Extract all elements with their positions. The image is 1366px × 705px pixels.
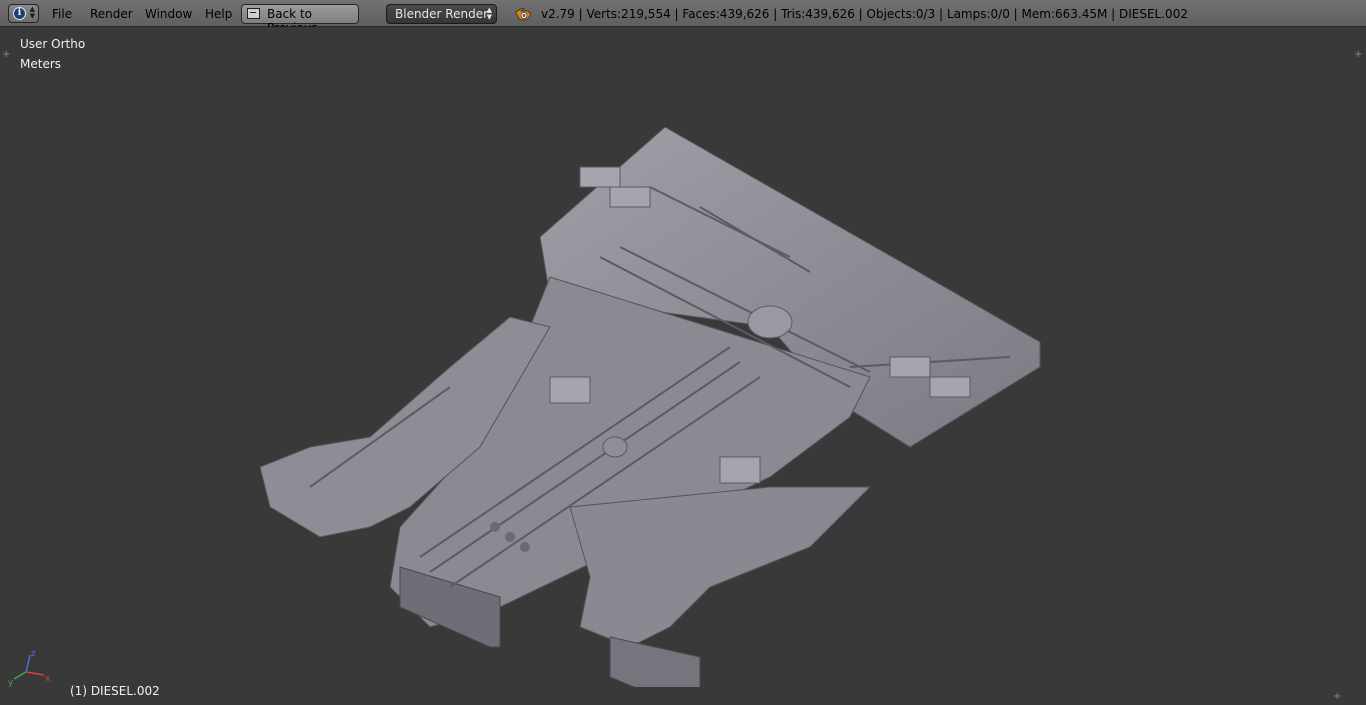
back-to-previous-button[interactable]: Back to Previous xyxy=(241,4,359,35)
properties-toggle-icon[interactable]: + xyxy=(1354,50,1362,60)
screen-back-icon xyxy=(247,8,260,19)
3d-viewport[interactable]: User Ortho Meters + + + y z x (1) DIESEL… xyxy=(0,27,1366,705)
editor-type-selector[interactable]: i ▲ ▼ xyxy=(8,4,39,23)
render-engine-label: Blender Render xyxy=(395,7,489,21)
svg-text:x: x xyxy=(45,674,51,684)
info-header: i ▲▼ File Render Window Help Back to Pre… xyxy=(0,0,1366,35)
unit-system: Meters xyxy=(20,57,62,71)
info-icon: i xyxy=(13,7,26,20)
menu-render[interactable]: Render xyxy=(90,7,133,21)
scene-statistics: v2.79 | Verts:219,554 | Faces:439,626 | … xyxy=(541,7,1188,21)
updown-arrows-icon: ▲ ▼ xyxy=(486,6,492,21)
menu-window[interactable]: Window xyxy=(145,7,192,21)
svg-text:z: z xyxy=(31,649,36,659)
menu-help[interactable]: Help xyxy=(205,7,232,21)
svg-text:y: y xyxy=(8,678,14,687)
active-object-label: (1) DIESEL.002 xyxy=(70,684,160,698)
blender-logo-icon xyxy=(515,7,531,21)
render-engine-select[interactable]: Blender Render ▲ ▼ xyxy=(386,4,497,24)
toolshelf-toggle-icon[interactable]: + xyxy=(2,50,10,60)
updown-arrows-icon: ▲ ▼ xyxy=(29,5,35,20)
axes-gizmo: y z x xyxy=(8,649,51,687)
diesel-chassis-model[interactable] xyxy=(250,127,1050,687)
area-split-icon[interactable]: + xyxy=(1333,692,1341,702)
menu-file[interactable]: File xyxy=(52,7,72,21)
view-name: User Ortho xyxy=(20,37,86,51)
